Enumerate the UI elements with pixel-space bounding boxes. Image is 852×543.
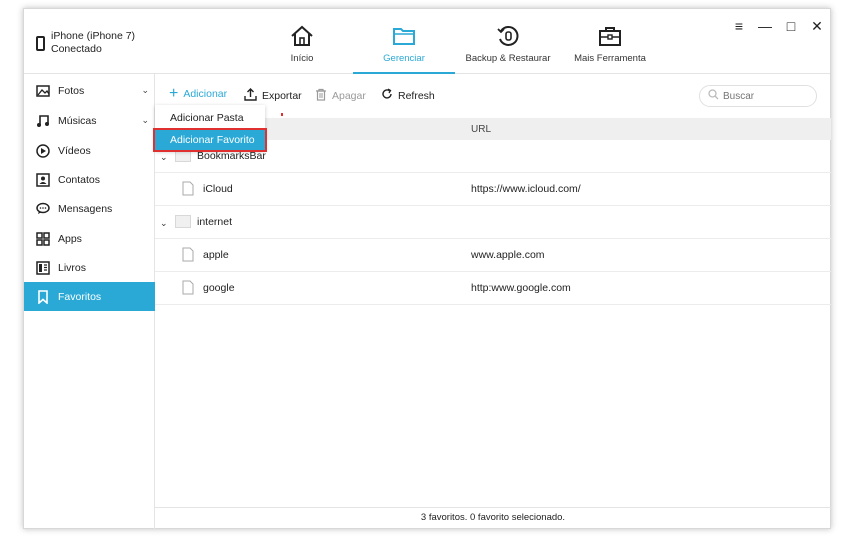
sidebar-item-label: Vídeos (58, 144, 91, 157)
tab-gerenciar[interactable]: Gerenciar (353, 9, 455, 74)
sidebar-item-contatos[interactable]: Contatos (24, 165, 155, 194)
contacts-icon (36, 172, 50, 187)
row-name: BookmarksBar (197, 150, 266, 162)
export-icon (244, 88, 257, 104)
sidebar-item-videos[interactable]: Vídeos (24, 136, 155, 165)
add-dropdown-menu: Adicionar Pasta Adicionar Favorito (153, 105, 267, 152)
home-icon (290, 25, 314, 50)
row-name: apple (203, 249, 229, 261)
tab-mais-label: Mais Ferramenta (574, 53, 646, 64)
row-name: internet (197, 216, 233, 228)
books-icon (36, 260, 50, 275)
sidebar-item-favoritos[interactable]: Favoritos (24, 282, 155, 311)
tab-mais-ferramenta[interactable]: Mais Ferramenta (572, 9, 648, 74)
app-window: iPhone (iPhone 7) Conectado Início Geren… (23, 8, 831, 529)
sidebar-item-label: Livros (58, 261, 87, 274)
row-url: www.apple.com (471, 249, 545, 261)
sidebar-item-label: Músicas (58, 114, 97, 127)
search-input[interactable] (723, 90, 803, 102)
menu-icon[interactable]: ≡ (732, 18, 746, 34)
table-row[interactable]: iCloud https://www.icloud.com/ (155, 173, 831, 206)
device-info: iPhone (iPhone 7) Conectado (36, 30, 135, 56)
chevron-down-icon[interactable]: ⌄ (141, 115, 149, 126)
top-bar: iPhone (iPhone 7) Conectado Início Geren… (24, 9, 830, 74)
row-url: http:www.google.com (471, 282, 571, 294)
messages-icon (36, 202, 50, 216)
video-icon (36, 143, 50, 158)
window-controls: ≡ — □ ✕ (732, 18, 824, 35)
phone-icon (36, 36, 45, 51)
bookmark-icon (36, 289, 50, 304)
row-name: google (203, 282, 235, 294)
row-name: iCloud (203, 183, 233, 195)
plus-icon: + (169, 85, 179, 102)
menu-item-add-folder[interactable]: Adicionar Pasta (155, 108, 265, 128)
sidebar-item-livros[interactable]: Livros (24, 253, 155, 282)
music-icon (36, 114, 50, 128)
tab-inicio-label: Início (290, 53, 314, 64)
file-icon (182, 280, 194, 298)
trash-icon (315, 88, 327, 104)
close-button[interactable]: ✕ (810, 18, 824, 34)
table-row[interactable]: ⌄ internet (155, 206, 831, 239)
chevron-down-icon[interactable]: ⌄ (141, 85, 149, 96)
tab-backup-restaurar[interactable]: Backup & Restaurar (460, 9, 556, 74)
search-icon (708, 89, 719, 103)
sidebar-item-label: Apps (58, 232, 82, 245)
tab-backup-label: Backup & Restaurar (465, 53, 551, 64)
tab-gerenciar-label: Gerenciar (383, 53, 425, 64)
sidebar-item-label: Mensagens (58, 202, 113, 215)
device-status: Conectado (51, 43, 102, 55)
file-icon (182, 181, 194, 199)
sidebar-item-label: Contatos (58, 173, 101, 186)
sidebar-item-label: Fotos (58, 84, 85, 97)
table-row[interactable]: apple www.apple.com (155, 239, 831, 272)
refresh-icon (381, 88, 393, 103)
sidebar-item-musicas[interactable]: Músicas ⌄ (24, 106, 155, 135)
delete-button[interactable]: Apagar (315, 88, 366, 104)
folder-icon (175, 215, 191, 228)
toolbox-icon (598, 25, 622, 50)
refresh-button[interactable]: Refresh (381, 88, 435, 103)
add-button[interactable]: + Adicionar (169, 85, 227, 102)
search-box[interactable] (699, 85, 817, 107)
export-button[interactable]: Exportar (244, 88, 302, 104)
table-row[interactable]: google http:www.google.com (155, 272, 831, 305)
menu-item-add-favorite[interactable]: Adicionar Favorito (153, 128, 267, 152)
file-icon (182, 247, 194, 265)
sidebar-item-fotos[interactable]: Fotos ⌄ (24, 76, 155, 105)
backup-restore-icon (496, 25, 520, 50)
row-url: https://www.icloud.com/ (471, 183, 581, 195)
column-header-url[interactable]: URL (471, 124, 491, 135)
apps-icon (36, 231, 50, 246)
minimize-button[interactable]: — (758, 18, 772, 34)
photo-icon (36, 84, 50, 98)
tab-inicio[interactable]: Início (270, 9, 334, 74)
chevron-down-icon[interactable]: ⌄ (160, 218, 168, 229)
sidebar: Fotos ⌄ Músicas ⌄ Vídeos Contatos Mensag… (24, 74, 155, 529)
folder-icon (392, 25, 416, 50)
sidebar-item-mensagens[interactable]: Mensagens (24, 194, 155, 223)
status-bar: 3 favoritos. 0 favorito selecionado. (155, 507, 831, 529)
sidebar-item-apps[interactable]: Apps (24, 224, 155, 253)
device-name: iPhone (iPhone 7) (51, 30, 136, 42)
maximize-button[interactable]: □ (784, 18, 798, 34)
cursor-marker (281, 113, 283, 116)
sidebar-item-label: Favoritos (58, 290, 102, 303)
chevron-down-icon[interactable]: ⌄ (160, 152, 168, 163)
